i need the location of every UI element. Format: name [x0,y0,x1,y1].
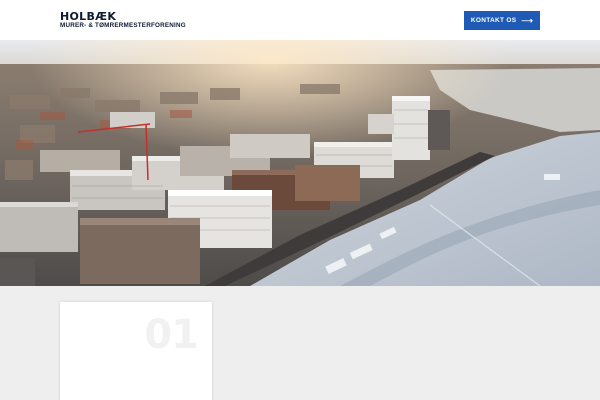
card-number: 01 [144,312,199,358]
hero-aerial-image [0,40,600,286]
arrow-right-icon: ⟶ [521,15,534,25]
logo-title: HOLBÆK [60,10,117,23]
contact-button[interactable]: KONTAKT OS ⟶ [464,11,540,30]
content-section: 01 [0,286,600,400]
contact-button-label: KONTAKT OS [470,17,517,24]
site-header: HOLBÆK MURER- & TØMRERMESTERFORENING KON… [0,0,600,40]
site-logo[interactable]: HOLBÆK MURER- & TØMRERMESTERFORENING [60,11,186,29]
info-card[interactable]: 01 [60,302,212,400]
logo-subtitle: MURER- & TØMRERMESTERFORENING [60,22,186,29]
aerial-harbor-illustration [0,40,600,286]
